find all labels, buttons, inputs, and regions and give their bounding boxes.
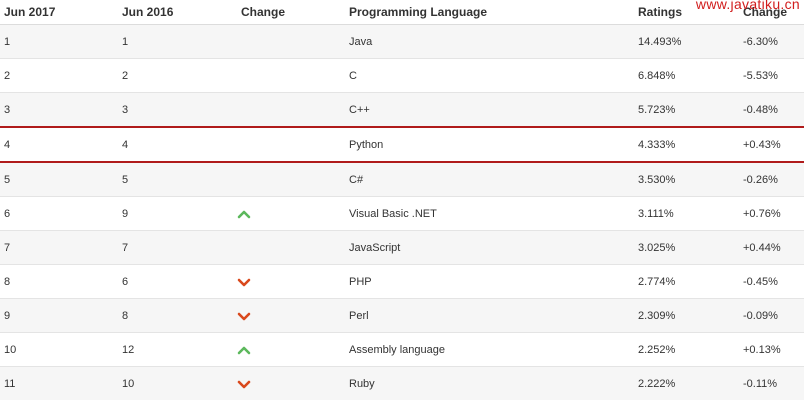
- ranking-page: Jun 2017 Jun 2016 Change Programming Lan…: [0, 0, 804, 400]
- trend-cell: [237, 162, 345, 197]
- header-previous-rank[interactable]: Jun 2016: [118, 0, 237, 25]
- header-change[interactable]: Change: [237, 0, 345, 25]
- table-row[interactable]: 2 2 C 6.848% -5.53%: [0, 58, 804, 93]
- current-rank-cell: 9: [0, 298, 118, 333]
- watermark: www.javatiku.cn: [695, 0, 800, 12]
- rating-change-cell: +0.76%: [739, 196, 804, 231]
- rating-change-cell: -6.30%: [739, 24, 804, 59]
- trend-down-icon: [237, 311, 251, 321]
- language-cell: Ruby: [345, 366, 634, 400]
- trend-cell: [237, 264, 345, 299]
- trend-up-icon: [237, 209, 251, 219]
- language-cell: Java: [345, 24, 634, 59]
- table-row[interactable]: 4 4 Python 4.333% +0.43%: [0, 126, 804, 163]
- trend-up-icon: [237, 345, 251, 355]
- language-cell: Python: [345, 126, 634, 163]
- table-row[interactable]: 6 9 Visual Basic .NET 3.111% +0.76%: [0, 196, 804, 231]
- previous-rank-cell: 2: [118, 58, 237, 93]
- trend-cell: [237, 24, 345, 59]
- trend-cell: [237, 58, 345, 93]
- table-row[interactable]: 1 1 Java 14.493% -6.30%: [0, 24, 804, 59]
- table-row[interactable]: 8 6 PHP 2.774% -0.45%: [0, 264, 804, 299]
- rating-cell: 3.530%: [634, 162, 739, 197]
- rating-change-cell: -0.26%: [739, 162, 804, 197]
- language-cell: Assembly language: [345, 332, 634, 367]
- trend-cell: [237, 298, 345, 333]
- rating-cell: 14.493%: [634, 24, 739, 59]
- table-row[interactable]: 3 3 C++ 5.723% -0.48%: [0, 92, 804, 128]
- table-header: Jun 2017 Jun 2016 Change Programming Lan…: [0, 0, 804, 25]
- rating-cell: 2.309%: [634, 298, 739, 333]
- trend-down-icon: [237, 277, 251, 287]
- current-rank-cell: 8: [0, 264, 118, 299]
- rating-change-cell: -0.48%: [739, 92, 804, 128]
- trend-cell: [237, 196, 345, 231]
- rating-change-cell: +0.43%: [739, 126, 804, 163]
- table-row[interactable]: 7 7 JavaScript 3.025% +0.44%: [0, 230, 804, 265]
- current-rank-cell: 4: [0, 126, 118, 163]
- previous-rank-cell: 5: [118, 162, 237, 197]
- trend-cell: [237, 230, 345, 265]
- trend-down-icon: [237, 379, 251, 389]
- language-cell: C: [345, 58, 634, 93]
- previous-rank-cell: 7: [118, 230, 237, 265]
- language-ranking-table: Jun 2017 Jun 2016 Change Programming Lan…: [0, 0, 804, 400]
- language-cell: PHP: [345, 264, 634, 299]
- trend-cell: [237, 126, 345, 163]
- rating-change-cell: +0.44%: [739, 230, 804, 265]
- current-rank-cell: 3: [0, 92, 118, 128]
- rating-cell: 5.723%: [634, 92, 739, 128]
- language-cell: C++: [345, 92, 634, 128]
- rating-change-cell: -5.53%: [739, 58, 804, 93]
- current-rank-cell: 6: [0, 196, 118, 231]
- language-cell: C#: [345, 162, 634, 197]
- rating-cell: 2.252%: [634, 332, 739, 367]
- rating-change-cell: -0.09%: [739, 298, 804, 333]
- language-cell: Perl: [345, 298, 634, 333]
- current-rank-cell: 10: [0, 332, 118, 367]
- current-rank-cell: 7: [0, 230, 118, 265]
- rating-cell: 3.025%: [634, 230, 739, 265]
- current-rank-cell: 2: [0, 58, 118, 93]
- language-cell: JavaScript: [345, 230, 634, 265]
- previous-rank-cell: 3: [118, 92, 237, 128]
- trend-cell: [237, 92, 345, 128]
- rating-cell: 2.222%: [634, 366, 739, 400]
- trend-cell: [237, 332, 345, 367]
- rating-change-cell: -0.11%: [739, 366, 804, 400]
- table-row[interactable]: 10 12 Assembly language 2.252% +0.13%: [0, 332, 804, 367]
- previous-rank-cell: 6: [118, 264, 237, 299]
- header-current-rank[interactable]: Jun 2017: [0, 0, 118, 25]
- previous-rank-cell: 9: [118, 196, 237, 231]
- previous-rank-cell: 12: [118, 332, 237, 367]
- rating-cell: 6.848%: [634, 58, 739, 93]
- previous-rank-cell: 1: [118, 24, 237, 59]
- previous-rank-cell: 10: [118, 366, 237, 400]
- trend-cell: [237, 366, 345, 400]
- table-body: 1 1 Java 14.493% -6.30% 2 2 C 6.848% -5.53% 3 3 C++ 5…: [0, 24, 804, 400]
- previous-rank-cell: 4: [118, 126, 237, 163]
- current-rank-cell: 11: [0, 366, 118, 400]
- rating-change-cell: +0.13%: [739, 332, 804, 367]
- table-row[interactable]: 9 8 Perl 2.309% -0.09%: [0, 298, 804, 333]
- rating-change-cell: -0.45%: [739, 264, 804, 299]
- current-rank-cell: 1: [0, 24, 118, 59]
- rating-cell: 3.111%: [634, 196, 739, 231]
- table-row[interactable]: 11 10 Ruby 2.222% -0.11%: [0, 366, 804, 400]
- header-language[interactable]: Programming Language: [345, 0, 634, 25]
- header-row: Jun 2017 Jun 2016 Change Programming Lan…: [0, 0, 804, 25]
- previous-rank-cell: 8: [118, 298, 237, 333]
- rating-cell: 2.774%: [634, 264, 739, 299]
- table-row[interactable]: 5 5 C# 3.530% -0.26%: [0, 162, 804, 197]
- current-rank-cell: 5: [0, 162, 118, 197]
- language-cell: Visual Basic .NET: [345, 196, 634, 231]
- rating-cell: 4.333%: [634, 126, 739, 163]
